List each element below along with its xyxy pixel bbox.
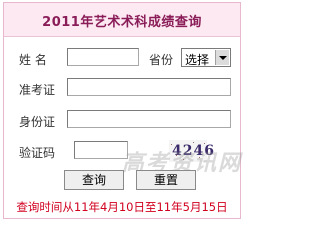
exam-id-input[interactable] (67, 78, 231, 96)
query-button[interactable]: 查询 (64, 170, 124, 190)
query-panel: 2011年艺术术科成绩查询 姓 名 省份 选择 准考证 身份证 验证码 4246… (3, 2, 241, 219)
captcha-label: 验证码 (19, 146, 56, 160)
chevron-down-icon[interactable] (215, 50, 229, 65)
province-select[interactable]: 选择 (181, 48, 231, 67)
reset-button[interactable]: 重置 (136, 170, 196, 190)
id-card-label: 身份证 (19, 115, 56, 129)
name-label: 姓 名 (19, 53, 47, 67)
captcha-input[interactable] (74, 141, 128, 159)
page-title: 2011年艺术术科成绩查询 (42, 15, 202, 30)
id-card-input[interactable] (67, 110, 231, 128)
exam-id-label: 准考证 (19, 83, 56, 97)
province-label: 省份 (149, 53, 174, 67)
province-select-value: 选择 (185, 53, 210, 67)
query-time-note: 查询时间从11年4月10日至11年5月15日 (16, 200, 228, 214)
name-input[interactable] (67, 48, 139, 66)
